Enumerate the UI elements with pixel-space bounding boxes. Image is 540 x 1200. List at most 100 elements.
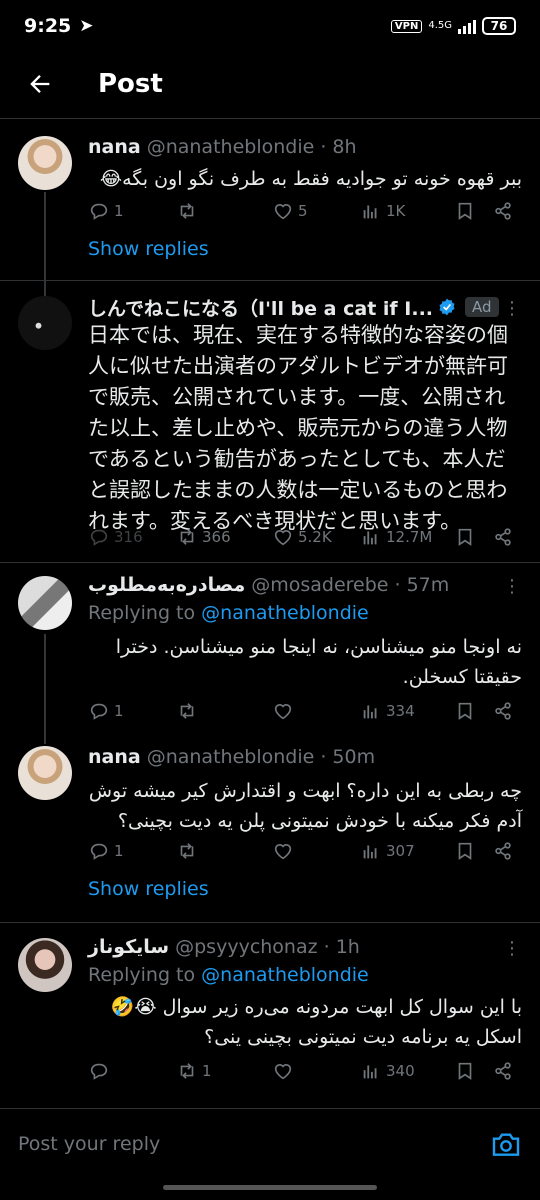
bookmark-button[interactable] xyxy=(454,700,476,722)
action-bar: 1 340 xyxy=(88,1056,522,1086)
status-time: 9:25 xyxy=(24,15,72,37)
share-button[interactable] xyxy=(492,200,514,222)
battery-icon: 76 xyxy=(482,17,516,35)
repost-button[interactable]: 1 xyxy=(176,1060,212,1082)
author-row: مصادره‌به‌مطلوب @mosaderebe · 57m xyxy=(88,572,522,598)
reply-composer[interactable]: Post your reply xyxy=(0,1108,540,1178)
views-count: 334 xyxy=(386,702,415,720)
repost-icon xyxy=(180,703,194,719)
tweet-text: نه اونجا منو میشناسن، نه اینجا منو میشنا… xyxy=(115,636,522,688)
bookmark-icon xyxy=(458,842,472,860)
reply-button[interactable]: 1 xyxy=(88,700,124,722)
back-arrow-icon[interactable] xyxy=(20,64,60,104)
tweet-text: چه ربطی به این داره؟ ابهت و اقتدارش کیر … xyxy=(88,780,522,832)
display-name[interactable]: nana xyxy=(88,136,141,158)
status-bar: 9:25 ➤ VPN 4.5G 76 xyxy=(0,0,540,52)
display-name[interactable]: しんでねこになる（I'll be a cat if I... xyxy=(88,294,433,321)
views-icon xyxy=(363,531,377,545)
like-icon xyxy=(274,704,292,720)
views-button[interactable]: 307 xyxy=(360,840,415,862)
repost-button[interactable] xyxy=(176,840,202,862)
display-name[interactable]: سایکوناز xyxy=(88,936,169,958)
reply-icon xyxy=(90,1063,108,1080)
status-icons: VPN 4.5G 76 xyxy=(390,17,516,35)
like-button[interactable] xyxy=(272,840,298,862)
promoted-tweet[interactable]: しんでねこになる（I'll be a cat if I... Ad ⋮ 日本では… xyxy=(0,280,540,562)
reply-icon xyxy=(90,529,108,546)
views-button[interactable]: 340 xyxy=(360,1060,415,1082)
share-button[interactable] xyxy=(492,840,514,862)
action-bar: 1 5 1K xyxy=(88,196,522,226)
reply-tweet[interactable]: nana @nanatheblondie · 50m چه ربطی به ای… xyxy=(0,730,540,920)
bookmark-button[interactable] xyxy=(454,1060,476,1082)
like-button[interactable]: 5.2K xyxy=(272,526,332,548)
handle: @nanatheblondie · 8h xyxy=(146,136,357,158)
views-button[interactable]: 334 xyxy=(360,700,415,722)
avatar[interactable] xyxy=(18,296,72,350)
like-button[interactable] xyxy=(272,700,298,722)
views-icon xyxy=(363,1065,377,1079)
replying-prefix: Replying to xyxy=(88,602,202,624)
repost-count: 1 xyxy=(202,1062,212,1080)
reply-icon xyxy=(90,203,108,220)
avatar[interactable] xyxy=(18,576,72,630)
share-icon xyxy=(495,528,511,546)
repost-button[interactable]: 366 xyxy=(176,526,231,548)
show-replies-link[interactable]: Show replies xyxy=(88,238,209,260)
bookmark-icon xyxy=(458,202,472,220)
reply-button[interactable] xyxy=(88,1060,114,1082)
reply-input[interactable]: Post your reply xyxy=(18,1133,160,1155)
handle: @mosaderebe · 57m xyxy=(251,574,450,596)
display-name[interactable]: مصادره‌به‌مطلوب xyxy=(88,574,245,596)
display-name[interactable]: nana xyxy=(88,746,141,768)
reply-tweet[interactable]: مصادره‌به‌مطلوب @mosaderebe · 57m ⋮ Repl… xyxy=(0,562,540,744)
reply-button[interactable]: 1 xyxy=(88,200,124,222)
views-icon xyxy=(363,205,377,219)
mention-link[interactable]: @nanatheblondie xyxy=(201,602,369,624)
author-row: سایکوناز @psyyychonaz · 1h xyxy=(88,934,522,960)
reply-tweet[interactable]: سایکوناز @psyyychonaz · 1h ⋮ Replying to… xyxy=(0,922,540,1096)
more-options-icon[interactable]: ⋮ xyxy=(503,298,522,319)
more-options-icon[interactable]: ⋮ xyxy=(503,938,522,959)
camera-icon[interactable] xyxy=(490,1128,522,1160)
avatar[interactable] xyxy=(18,746,72,800)
share-icon xyxy=(495,202,511,220)
bookmark-icon xyxy=(458,702,472,720)
bookmark-button[interactable] xyxy=(454,200,476,222)
tweet-text: 日本では、現在、実在する特徴的な容姿の個人に似せた出演者のアダルトビデオが無許可… xyxy=(88,323,508,533)
reply-count: 1 xyxy=(114,842,124,860)
like-count: 5.2K xyxy=(298,528,332,546)
reply-count: 316 xyxy=(114,528,143,546)
avatar[interactable] xyxy=(18,136,72,190)
views-count: 340 xyxy=(386,1062,415,1080)
mention-link[interactable]: @nanatheblondie xyxy=(201,964,369,986)
show-replies-link[interactable]: Show replies xyxy=(88,878,209,900)
share-button[interactable] xyxy=(492,700,514,722)
bookmark-button[interactable] xyxy=(454,840,476,862)
more-options-icon[interactable]: ⋮ xyxy=(503,576,522,597)
share-button[interactable] xyxy=(492,526,514,548)
reply-button[interactable]: 316 xyxy=(88,526,143,548)
repost-icon xyxy=(180,203,194,219)
reply-button[interactable]: 1 xyxy=(88,840,124,862)
views-button[interactable]: 12.7M xyxy=(360,526,432,548)
replying-prefix: Replying to xyxy=(88,964,202,986)
repost-icon xyxy=(180,529,194,545)
reply-tweet[interactable]: nana @nanatheblondie · 8h ببر قهوه خونه … xyxy=(0,118,540,314)
views-button[interactable]: 1K xyxy=(360,200,405,222)
like-button[interactable]: 5 xyxy=(272,200,308,222)
reply-icon xyxy=(90,703,108,720)
like-button[interactable] xyxy=(272,1060,298,1082)
network-type: 4.5G xyxy=(428,20,452,31)
author-row: nana @nanatheblondie · 8h xyxy=(88,134,522,160)
repost-button[interactable] xyxy=(176,700,202,722)
like-icon xyxy=(274,844,292,860)
bookmark-button[interactable] xyxy=(454,526,476,548)
home-indicator[interactable] xyxy=(163,1185,377,1190)
author-row: nana @nanatheblondie · 50m xyxy=(88,744,522,770)
avatar[interactable] xyxy=(18,938,72,992)
verified-icon xyxy=(439,298,455,316)
repost-button[interactable] xyxy=(176,200,202,222)
vpn-badge: VPN xyxy=(390,19,423,33)
share-button[interactable] xyxy=(492,1060,514,1082)
